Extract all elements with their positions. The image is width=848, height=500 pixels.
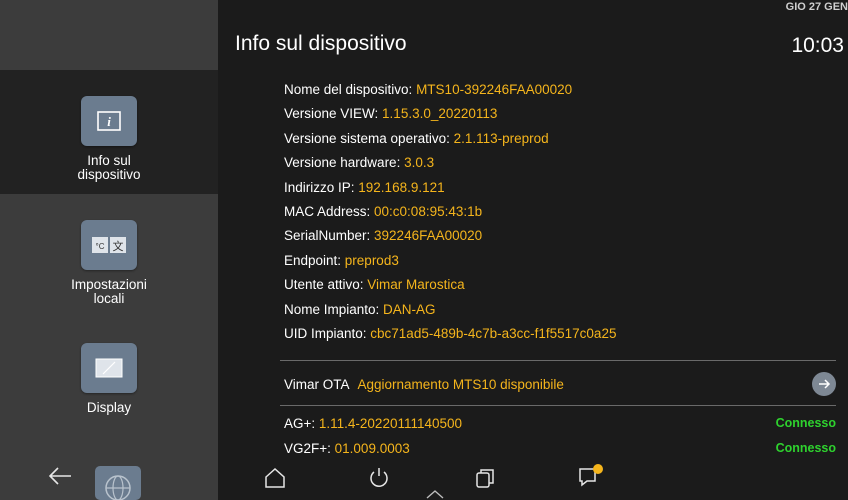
info-label: UID Impianto: <box>284 325 371 341</box>
info-label: Indirizzo IP: <box>284 179 359 195</box>
info-label: MAC Address: <box>284 203 375 219</box>
globe-icon[interactable] <box>93 466 143 500</box>
svg-text:文: 文 <box>113 239 124 253</box>
info-row-mac: MAC Address: 00:c0:08:95:43:1b <box>284 204 836 228</box>
info-label: Nome Impianto: <box>284 301 384 317</box>
main-panel: Info sul dispositivo GIO 27 GEN 10:03 No… <box>218 0 848 500</box>
date-label: GIO 27 GEN <box>785 1 848 13</box>
home-icon[interactable] <box>262 466 288 490</box>
info-value: 192.168.9.121 <box>358 179 445 195</box>
sidebar-item-locale-settings[interactable]: °C 文 Impostazioni locali <box>0 220 218 330</box>
info-row-endpoint: Endpoint: preprod3 <box>284 253 836 277</box>
info-row-view-version: Versione VIEW: 1.15.3.0_20220113 <box>284 106 836 130</box>
chevron-up-icon[interactable] <box>424 488 446 500</box>
info-value: 392246FAA00020 <box>374 228 483 244</box>
info-label: Nome del dispositivo: <box>284 82 417 97</box>
locale-settings-icon: °C 文 <box>81 220 137 270</box>
arrow-right-icon[interactable] <box>812 372 836 396</box>
navigation-bar <box>0 452 848 500</box>
info-row-plant-name: Nome Impianto: DAN-AG <box>284 302 836 326</box>
ota-label: Vimar OTA <box>284 376 350 392</box>
info-value: 2.1.113-preprod <box>453 130 549 146</box>
info-label: SerialNumber: <box>284 228 375 244</box>
connection-row-ag: AG+: 1.11.4-20220111140500 Connesso <box>284 416 836 431</box>
sidebar-item-device-info[interactable]: i Info sul dispositivo <box>0 70 218 194</box>
info-value: preprod3 <box>344 252 399 268</box>
info-value: Vimar Marostica <box>367 277 465 293</box>
info-label: Versione sistema operativo: <box>284 130 454 146</box>
info-label: Utente attivo: <box>284 277 368 293</box>
connection-label: AG+: <box>284 416 319 431</box>
info-row-serial: SerialNumber: 392246FAA00020 <box>284 228 836 252</box>
info-value: 1.15.3.0_20220113 <box>382 106 498 122</box>
info-value: MTS10-392246FAA00020 <box>416 82 573 97</box>
page-title: Info sul dispositivo <box>235 32 407 55</box>
recent-apps-icon[interactable] <box>472 466 498 490</box>
info-value: cbc71ad5-489b-4c7b-a3cc-f1f5517c0a25 <box>370 325 617 341</box>
info-value: 00:c0:08:95:43:1b <box>374 203 483 219</box>
ota-update-row[interactable]: Vimar OTA Aggiornamento MTS10 disponibil… <box>284 372 836 396</box>
sidebar-item-label: Display <box>86 400 132 415</box>
power-icon[interactable] <box>366 464 392 490</box>
info-row-device-name: Nome del dispositivo: MTS10-392246FAA000… <box>284 82 836 106</box>
connection-version: 1.11.4-20220111140500 <box>318 416 463 431</box>
sidebar-item-label: Impostazioni locali <box>71 277 147 306</box>
info-value: DAN-AG <box>383 301 436 317</box>
info-label: Versione VIEW: <box>284 106 383 122</box>
device-info-list: Nome del dispositivo: MTS10-392246FAA000… <box>284 82 836 350</box>
info-value: 3.0.3 <box>404 155 435 171</box>
info-row-os-version: Versione sistema operativo: 2.1.113-prep… <box>284 131 836 155</box>
connection-status: Connesso <box>775 416 836 430</box>
divider <box>280 405 836 406</box>
display-icon <box>81 343 137 393</box>
sidebar-item-label: Info sul dispositivo <box>77 153 141 182</box>
info-row-active-user: Utente attivo: Vimar Marostica <box>284 277 836 301</box>
info-row-ip: Indirizzo IP: 192.168.9.121 <box>284 180 836 204</box>
info-label: Endpoint: <box>284 252 345 268</box>
sidebar-header <box>0 0 218 70</box>
notifications-icon[interactable] <box>576 462 606 490</box>
info-row-hw-version: Versione hardware: 3.0.3 <box>284 155 836 179</box>
svg-text:°C: °C <box>96 242 105 251</box>
info-icon: i <box>81 96 137 146</box>
info-row-plant-uid: UID Impianto: cbc71ad5-489b-4c7b-a3cc-f1… <box>284 326 836 350</box>
time-label: 10:03 <box>791 34 844 57</box>
back-icon[interactable] <box>40 462 80 490</box>
sidebar: i Info sul dispositivo °C 文 Impostazioni … <box>0 0 218 500</box>
info-label: Versione hardware: <box>284 155 405 171</box>
svg-text:i: i <box>107 114 111 129</box>
divider <box>280 360 836 361</box>
sidebar-item-display[interactable]: Display <box>0 343 218 433</box>
ota-status: Aggiornamento MTS10 disponibile <box>357 376 564 392</box>
